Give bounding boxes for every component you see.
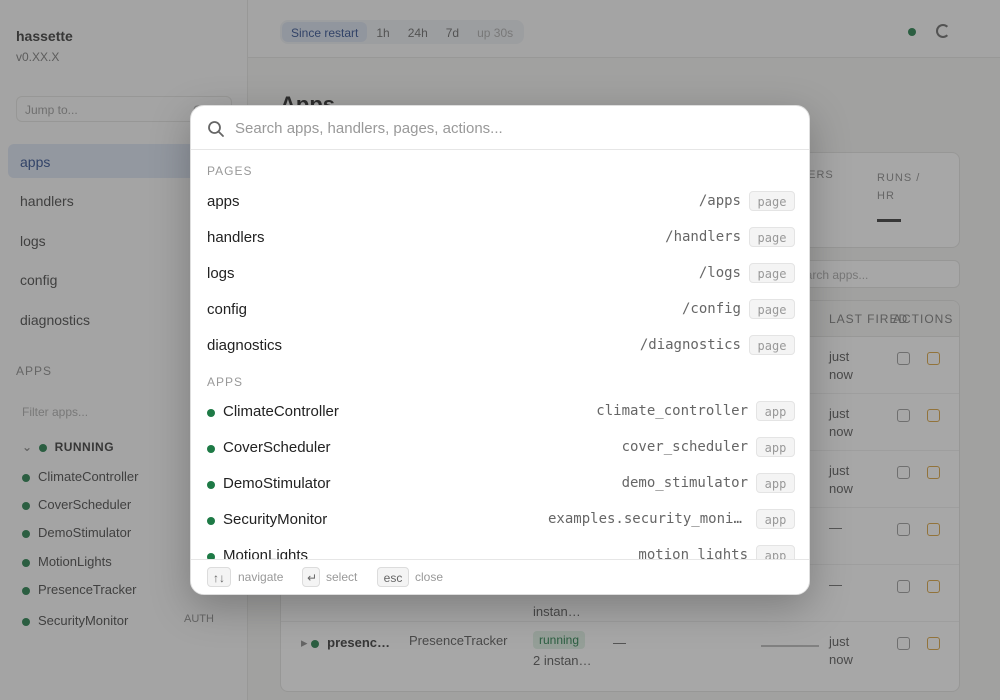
- running-status-dot: [207, 517, 215, 525]
- result-app-demo-stimulator[interactable]: DemoStimulator demo_stimulator app: [191, 466, 809, 502]
- result-label: MotionLights: [223, 547, 309, 559]
- enter-key-icon: ↵: [302, 567, 320, 587]
- running-status-dot: [207, 445, 215, 453]
- result-app-security-monitor[interactable]: SecurityMonitor examples.security_monito…: [191, 502, 809, 538]
- result-label: handlers: [207, 229, 265, 246]
- result-label: ClimateController: [223, 403, 339, 420]
- result-type-badge: app: [756, 545, 795, 559]
- section-label-apps: APPS: [207, 375, 244, 389]
- search-icon: [208, 121, 224, 137]
- result-path: motion_lights: [638, 547, 748, 559]
- result-type-badge: app: [756, 509, 795, 529]
- result-path: /diagnostics: [639, 337, 741, 353]
- result-path: cover_scheduler: [621, 439, 748, 455]
- result-path: examples.security_monito…: [548, 511, 748, 527]
- palette-footer: ↑↓ navigate ↵ select esc close: [191, 559, 809, 594]
- result-label: diagnostics: [207, 337, 283, 354]
- result-path: climate_controller: [596, 403, 748, 419]
- result-page-logs[interactable]: logs /logs page: [191, 256, 809, 292]
- result-page-diagnostics[interactable]: diagnostics /diagnostics page: [191, 328, 809, 364]
- result-type-badge: page: [749, 299, 795, 319]
- result-app-climate-controller[interactable]: ClimateController climate_controller app: [191, 394, 809, 430]
- section-label-pages: PAGES: [207, 164, 253, 178]
- result-label: SecurityMonitor: [223, 511, 328, 528]
- command-palette: PAGES apps /apps page handlers /handlers…: [190, 105, 810, 595]
- result-type-badge: page: [749, 191, 795, 211]
- result-page-handlers[interactable]: handlers /handlers page: [191, 220, 809, 256]
- result-type-badge: page: [749, 263, 795, 283]
- result-app-cover-scheduler[interactable]: CoverScheduler cover_scheduler app: [191, 430, 809, 466]
- result-path: /handlers: [665, 229, 741, 245]
- result-label: CoverScheduler: [223, 439, 331, 456]
- navigate-key-icon: ↑↓: [207, 567, 231, 587]
- navigate-hint: navigate: [238, 570, 284, 584]
- result-type-badge: app: [756, 401, 795, 421]
- result-label: config: [207, 301, 248, 318]
- result-path: /config: [681, 301, 741, 317]
- result-type-badge: app: [756, 437, 795, 457]
- esc-key-icon: esc: [377, 567, 409, 587]
- palette-search-input[interactable]: [235, 116, 795, 140]
- result-path: /logs: [698, 265, 741, 281]
- result-path: demo_stimulator: [621, 475, 748, 491]
- result-page-config[interactable]: config /config page: [191, 292, 809, 328]
- running-status-dot: [207, 409, 215, 417]
- palette-results: PAGES apps /apps page handlers /handlers…: [191, 150, 809, 559]
- palette-search-row: [191, 106, 809, 150]
- close-hint: close: [415, 570, 444, 584]
- result-label: DemoStimulator: [223, 475, 331, 492]
- result-type-badge: page: [749, 335, 795, 355]
- result-app-motion-lights[interactable]: MotionLights motion_lights app: [191, 538, 809, 559]
- result-label: apps: [207, 193, 240, 210]
- select-hint: select: [326, 570, 358, 584]
- result-label: logs: [207, 265, 235, 282]
- result-path: /apps: [698, 193, 741, 209]
- result-page-apps[interactable]: apps /apps page: [191, 184, 809, 220]
- running-status-dot: [207, 481, 215, 489]
- result-type-badge: page: [749, 227, 795, 247]
- result-type-badge: app: [756, 473, 795, 493]
